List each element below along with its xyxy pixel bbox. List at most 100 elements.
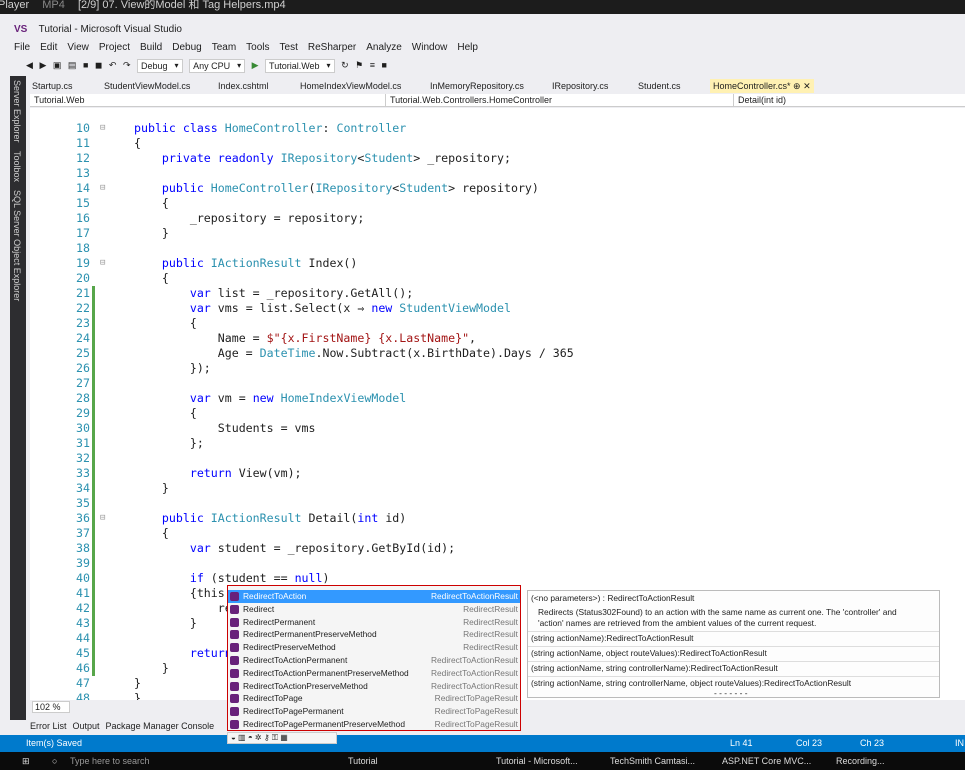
overload-1[interactable]: (string actionName):RedirectToActionResu… — [531, 633, 693, 644]
project-dropdown[interactable]: Tutorial.Web — [30, 94, 386, 107]
tab-1[interactable]: StudentViewModel.cs — [104, 79, 190, 93]
menu-item-edit[interactable]: Edit — [40, 42, 57, 53]
refresh-icon[interactable]: ↻ — [341, 56, 349, 74]
comment-icon[interactable]: ≡ — [370, 56, 375, 74]
side-panel-0[interactable]: Server Explorer — [10, 76, 24, 147]
completion-item[interactable]: RedirectPermanent RedirectResult — [228, 616, 520, 629]
tab-2[interactable]: Index.cshtml — [218, 79, 269, 93]
code-line: { — [134, 196, 169, 210]
collapse-icon[interactable]: ⊟ — [100, 513, 105, 523]
method-icon — [230, 681, 239, 691]
line-number: 15 — [76, 196, 90, 210]
collapse-icon[interactable]: ⊟ — [100, 123, 105, 133]
taskbar-item-4[interactable]: ASP.NET Core MVC... — [722, 752, 811, 770]
tab-5[interactable]: IRepository.cs — [552, 79, 608, 93]
close-tab-icon[interactable]: ⊕ ✕ — [791, 81, 811, 91]
tab-7[interactable]: HomeController.cs* ⊕ ✕ — [710, 79, 814, 93]
menu-item-view[interactable]: View — [67, 42, 89, 53]
completion-item[interactable]: RedirectToActionPreserveMethod RedirectTo… — [228, 680, 520, 693]
tab-6[interactable]: Student.cs — [638, 79, 681, 93]
menu-item-analyze[interactable]: Analyze — [366, 42, 402, 53]
status-bar: Item(s) Saved Ln 41 Col 23 Ch 23 IN — [0, 735, 965, 752]
zoom-level-select[interactable]: 102 % — [32, 701, 70, 713]
menu-item-resharper[interactable]: ReSharper — [308, 42, 356, 53]
forward-icon[interactable]: ▶ — [39, 56, 46, 74]
line-number: 42 — [76, 601, 90, 615]
line-number: 25 — [76, 346, 90, 360]
taskbar-item-3[interactable]: TechSmith Camtasi... — [610, 752, 695, 770]
bottom-tab-0[interactable]: Error List — [30, 721, 67, 731]
save-all-icon[interactable]: ◼ — [95, 56, 102, 74]
menu-item-window[interactable]: Window — [412, 42, 448, 53]
completion-item[interactable]: RedirectToAction RedirectToActionResult — [228, 590, 520, 603]
taskbar-item-2[interactable]: Tutorial - Microsoft... — [496, 752, 578, 770]
completion-item[interactable]: RedirectPreserveMethod RedirectResult — [228, 641, 520, 654]
member-dropdown[interactable]: Detail(int id) — [734, 94, 965, 107]
tab-3[interactable]: HomeIndexViewModel.cs — [300, 79, 401, 93]
menu-item-help[interactable]: Help — [457, 42, 478, 53]
completion-item[interactable]: RedirectToActionPermanent RedirectToActio… — [228, 654, 520, 667]
menu-item-build[interactable]: Build — [140, 42, 162, 53]
line-number: 38 — [76, 541, 90, 555]
code-line: } — [134, 481, 169, 495]
taskbar-item-5[interactable]: Recording... — [836, 752, 885, 770]
intellisense-list[interactable]: RedirectToAction RedirectToActionResult Re… — [227, 585, 521, 731]
completion-item[interactable]: RedirectToActionPermanentPreserveMethod R… — [228, 667, 520, 680]
bottom-tab-2[interactable]: Package Manager Console — [106, 721, 215, 731]
browser-link-icon[interactable]: ⚑ — [355, 56, 363, 74]
run-target-select[interactable]: Tutorial.Web — [265, 58, 335, 73]
undo-icon[interactable]: ↶ — [109, 56, 117, 74]
side-panel-2[interactable]: SQL Server Object Explorer — [10, 186, 24, 305]
code-line: }; — [134, 436, 204, 450]
menu-item-project[interactable]: Project — [99, 42, 130, 53]
class-dropdown[interactable]: Tutorial.Web.Controllers.HomeController — [386, 94, 734, 107]
overload-2[interactable]: (string actionName, object routeValues):… — [531, 648, 767, 659]
save-icon[interactable]: ■ — [83, 56, 88, 74]
back-icon[interactable]: ◀ — [26, 56, 33, 74]
completion-item[interactable]: RedirectToPagePermanent RedirectToPageRes… — [228, 705, 520, 718]
menu-item-debug[interactable]: Debug — [172, 42, 201, 53]
overload-4[interactable]: (string actionName, string controllerNam… — [531, 678, 851, 689]
code-line: _repository = repository; — [134, 211, 365, 225]
tab-label: Index.cshtml — [218, 81, 269, 91]
completion-item[interactable]: RedirectToPagePermanentPreserveMethod Red… — [228, 718, 520, 731]
collapse-icon[interactable]: ⊟ — [100, 258, 105, 268]
code-line: private readonly IRepository<Student> _r… — [161, 151, 511, 165]
search-icon[interactable]: ○ — [52, 752, 57, 770]
tab-4[interactable]: InMemoryRepository.cs — [430, 79, 524, 93]
intellisense-filter-bar[interactable]: ◒ ▥ ◓ ✲ ⚷ ⚿ ▦ — [227, 732, 337, 744]
menu-item-team[interactable]: Team — [212, 42, 236, 53]
overload-3[interactable]: (string actionName, string controllerNam… — [531, 663, 778, 674]
code-line: }); — [134, 361, 211, 375]
menu-item-file[interactable]: File — [14, 42, 30, 53]
line-number: 34 — [76, 481, 90, 495]
change-marker — [92, 631, 95, 646]
run-icon[interactable]: ▶ — [252, 56, 259, 74]
player-app[interactable]: Player — [0, 0, 29, 11]
taskbar-item-1[interactable]: Tutorial — [348, 752, 378, 770]
new-project-icon[interactable]: ▣ — [53, 56, 62, 74]
taskbar-search[interactable]: Type here to search — [70, 752, 150, 770]
line-number: 21 — [76, 286, 90, 300]
collapse-icon[interactable]: ⊟ — [100, 183, 105, 193]
windows-start-icon[interactable]: ⊞ — [22, 752, 30, 770]
line-number: 20 — [76, 271, 90, 285]
menu-item-tools[interactable]: Tools — [246, 42, 269, 53]
completion-item[interactable]: RedirectPermanentPreserveMethod RedirectR… — [228, 628, 520, 641]
status-char: Ch 23 — [860, 738, 885, 748]
open-icon[interactable]: ▤ — [68, 56, 77, 74]
solution-platform-select[interactable]: Any CPU — [189, 58, 246, 73]
tab-0[interactable]: Startup.cs — [32, 79, 73, 93]
solution-config-select[interactable]: Debug — [137, 58, 183, 73]
bookmark-icon[interactable]: ■ — [382, 56, 387, 74]
menu-item-test[interactable]: Test — [280, 42, 298, 53]
line-number: 37 — [76, 526, 90, 540]
bottom-tab-1[interactable]: Output — [73, 721, 100, 731]
change-marker — [92, 361, 95, 376]
completion-return-type: RedirectToActionResult — [430, 680, 518, 691]
status-column: Col 23 — [796, 738, 823, 748]
redo-icon[interactable]: ↷ — [123, 56, 131, 74]
side-panel-1[interactable]: Toolbox — [10, 147, 24, 186]
completion-item[interactable]: RedirectToPage RedirectToPageResult — [228, 692, 520, 705]
completion-item[interactable]: Redirect RedirectResult — [228, 603, 520, 616]
